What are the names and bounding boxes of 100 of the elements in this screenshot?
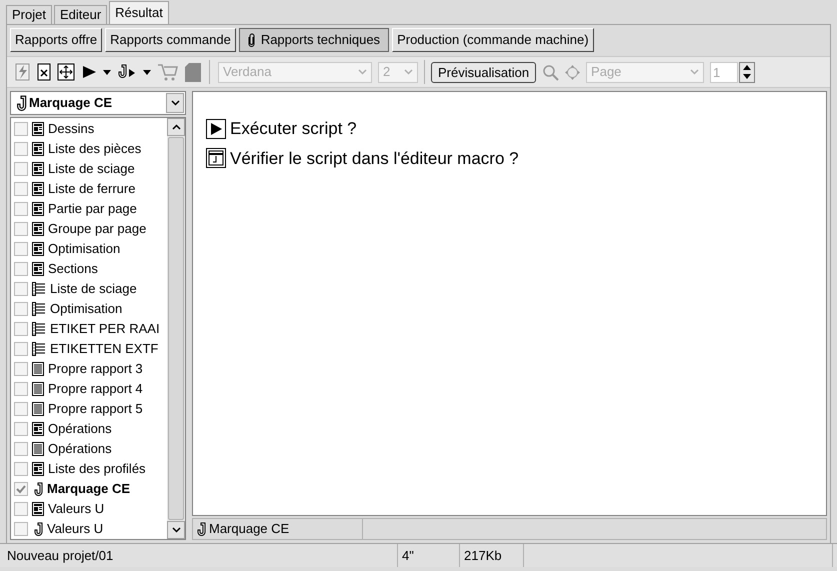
report-item[interactable]: Liste de sciage: [50, 279, 137, 299]
chevron-down-icon: [358, 69, 367, 75]
report-item[interactable]: Marquage CE: [47, 479, 130, 499]
report-item[interactable]: Propre rapport 3: [48, 359, 143, 379]
checkbox[interactable]: [14, 462, 28, 476]
report-item[interactable]: Opérations: [48, 439, 112, 459]
excel-page-icon[interactable]: [37, 63, 51, 81]
report-item[interactable]: Liste de ferrure: [48, 179, 136, 199]
checkbox[interactable]: [14, 402, 28, 416]
report-category-button[interactable]: Rapports commande: [105, 28, 236, 52]
report-item[interactable]: Partie par page: [48, 199, 137, 219]
chevron-down-icon: [172, 527, 180, 533]
report-item[interactable]: Propre rapport 4: [48, 379, 143, 399]
checkbox[interactable]: [14, 342, 28, 356]
hook-play-icon[interactable]: [117, 64, 137, 80]
text-page-icon: [32, 362, 44, 376]
checkbox[interactable]: [14, 122, 28, 136]
hook-icon: [32, 522, 43, 536]
text-page-icon: [32, 442, 44, 456]
checkbox[interactable]: [14, 322, 28, 336]
checkbox[interactable]: [14, 362, 28, 376]
report-icon: [32, 122, 44, 136]
macro-editor-icon[interactable]: [206, 148, 226, 168]
hook-icon: [195, 522, 206, 536]
search-icon[interactable]: [542, 64, 560, 80]
text-page-icon: [32, 402, 44, 416]
report-item[interactable]: Optimisation: [50, 299, 122, 319]
checkbox[interactable]: [14, 422, 28, 436]
document-icon: [185, 62, 201, 82]
checkbox[interactable]: [14, 282, 28, 296]
checkbox[interactable]: [14, 262, 28, 276]
ladder-list-icon: [32, 282, 46, 296]
report-item[interactable]: Groupe par page: [48, 219, 146, 239]
report-item[interactable]: Opérations: [48, 419, 112, 439]
report-icon: [32, 162, 44, 176]
text-page-icon: [32, 382, 44, 396]
checkbox[interactable]: [14, 482, 28, 496]
checkbox[interactable]: [14, 162, 28, 176]
report-item[interactable]: Liste de sciage: [48, 159, 135, 179]
checkbox[interactable]: [14, 222, 28, 236]
checkbox[interactable]: [14, 142, 28, 156]
report-icon: [32, 142, 44, 156]
report-item[interactable]: ETIKETTEN EXTF: [50, 339, 158, 359]
ladder-list-icon: [32, 342, 46, 356]
report-icon: [32, 502, 44, 516]
report-category-button[interactable]: Rapports techniques: [238, 28, 390, 52]
chevron-down-icon: [690, 69, 700, 75]
tab[interactable]: Editeur: [54, 5, 108, 24]
report-icon: [32, 202, 44, 216]
page-spinner[interactable]: [739, 62, 756, 82]
report-dropdown[interactable]: Marquage CE: [10, 91, 186, 115]
report-item[interactable]: Sections: [48, 259, 98, 279]
scrollbar[interactable]: [167, 118, 185, 539]
status-size: 217Kb: [460, 544, 524, 567]
report-item[interactable]: Liste des pièces: [48, 139, 142, 159]
chevron-up-icon: [172, 124, 180, 130]
checkbox[interactable]: [14, 182, 28, 196]
report-item[interactable]: Dessins: [48, 119, 94, 139]
report-icon: [32, 182, 44, 196]
paperclip-icon: [248, 33, 255, 47]
report-item[interactable]: Optimisation: [48, 239, 120, 259]
hook-icon: [32, 482, 43, 496]
report-category-button[interactable]: Production (commande machine): [392, 28, 594, 52]
checkbox[interactable]: [14, 302, 28, 316]
hook-icon: [14, 95, 27, 111]
play-icon[interactable]: [206, 118, 226, 139]
play-icon[interactable]: [81, 65, 97, 79]
status-time: 4": [398, 544, 460, 567]
ladder-list-icon: [32, 322, 46, 336]
ladder-list-icon: [32, 302, 46, 316]
dropdown-arrow-icon[interactable]: [143, 70, 151, 74]
report-item[interactable]: ETIKET PER RAAI: [50, 319, 160, 339]
tab[interactable]: Résultat: [109, 1, 169, 24]
move-icon[interactable]: [565, 64, 580, 80]
lightning-page-icon[interactable]: [15, 63, 31, 81]
report-item[interactable]: Valeurs U: [48, 499, 104, 519]
report-item[interactable]: Valeurs U: [47, 519, 104, 539]
fit-page-icon[interactable]: [57, 63, 75, 81]
report-category-button[interactable]: Rapports offre: [10, 28, 102, 52]
checkbox[interactable]: [14, 442, 28, 456]
checkbox[interactable]: [14, 502, 28, 516]
checkbox[interactable]: [14, 242, 28, 256]
action-link[interactable]: Exécuter script ?: [230, 116, 357, 142]
report-icon: [32, 462, 44, 476]
report-item[interactable]: Liste des profilés: [48, 459, 146, 479]
checkbox[interactable]: [14, 202, 28, 216]
report-item[interactable]: Propre rapport 5: [48, 399, 143, 419]
tab[interactable]: Projet: [6, 5, 52, 24]
status-project: Nouveau projet/01: [0, 544, 398, 567]
report-icon: [32, 262, 44, 276]
checkbox[interactable]: [14, 522, 28, 536]
report-icon: [32, 242, 44, 256]
preview-button[interactable]: Prévisualisation: [431, 62, 536, 82]
checkbox[interactable]: [14, 382, 28, 396]
cart-icon: [157, 62, 179, 82]
content-status: Marquage CE: [193, 519, 363, 539]
report-icon: [32, 222, 44, 236]
report-icon: [32, 422, 44, 436]
action-link[interactable]: Vérifier le script dans l'éditeur macro ?: [230, 146, 519, 171]
dropdown-arrow-icon[interactable]: [103, 70, 111, 74]
